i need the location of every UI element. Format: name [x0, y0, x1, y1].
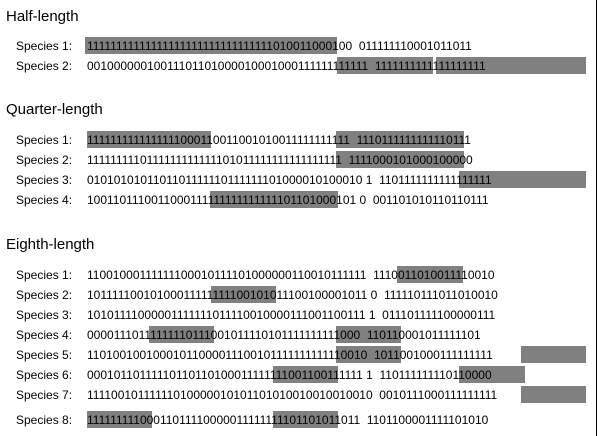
sequence-text: 1111001011111101000001010110101001001001…: [87, 388, 498, 402]
row-label: Species 7:: [16, 388, 73, 402]
row-label: Species 6:: [16, 368, 73, 382]
sequence-text: 0101010101101101111110111111101000010100…: [87, 173, 492, 187]
row-label: Species 1:: [16, 268, 73, 282]
sequence-text: 1001101110011000111111111111111101101000…: [87, 193, 489, 207]
sequence-text: 0010000001001110110100001000100011111111…: [87, 59, 486, 73]
sequence-text: 0000111011111111011100101111010111111111…: [87, 328, 481, 342]
row-label: Species 2:: [16, 288, 73, 302]
row-label: Species 1:: [16, 133, 73, 147]
sequence-text: 0001011011111011011010001111111100110011…: [87, 368, 492, 382]
section-title-half-length: Half-length: [6, 8, 79, 25]
sequence-text: 1111111111111111111111111111111101001100…: [87, 39, 472, 53]
section-title-eighth-length: Eighth-length: [6, 236, 95, 253]
row-label: Species 2:: [16, 59, 73, 73]
highlight-block: [521, 346, 586, 363]
row-label: Species 4:: [16, 193, 73, 207]
section-title-quarter-length: Quarter-length: [6, 101, 103, 118]
sequence-text: 1111111111111111000110011001010011111111…: [87, 133, 471, 147]
row-label: Species 1:: [16, 39, 73, 53]
right-border-line: [596, 0, 597, 436]
row-label: Species 3:: [16, 173, 73, 187]
sequence-text: 1010111100000111111101111001000011100110…: [87, 308, 496, 322]
row-label: Species 3:: [16, 308, 73, 322]
sequence-text: 1111111110111111111111101011111111111111…: [87, 153, 473, 167]
sequence-text: 1101001001000101100001110010111111111111…: [87, 348, 493, 362]
row-label: Species 5:: [16, 348, 73, 362]
highlight-block: [521, 386, 586, 403]
row-label: Species 8:: [16, 413, 73, 427]
figure-canvas: { "sections": [ { "title": "Half-length"…: [0, 0, 598, 436]
sequence-text: 1100100011111110001011110100000011001011…: [87, 268, 495, 282]
row-label: Species 2:: [16, 153, 73, 167]
sequence-text: 1011111001010001111111110010101110010000…: [87, 288, 498, 302]
row-label: Species 4:: [16, 328, 73, 342]
sequence-text: 1111111110001101111000001111111110110101…: [87, 413, 489, 427]
